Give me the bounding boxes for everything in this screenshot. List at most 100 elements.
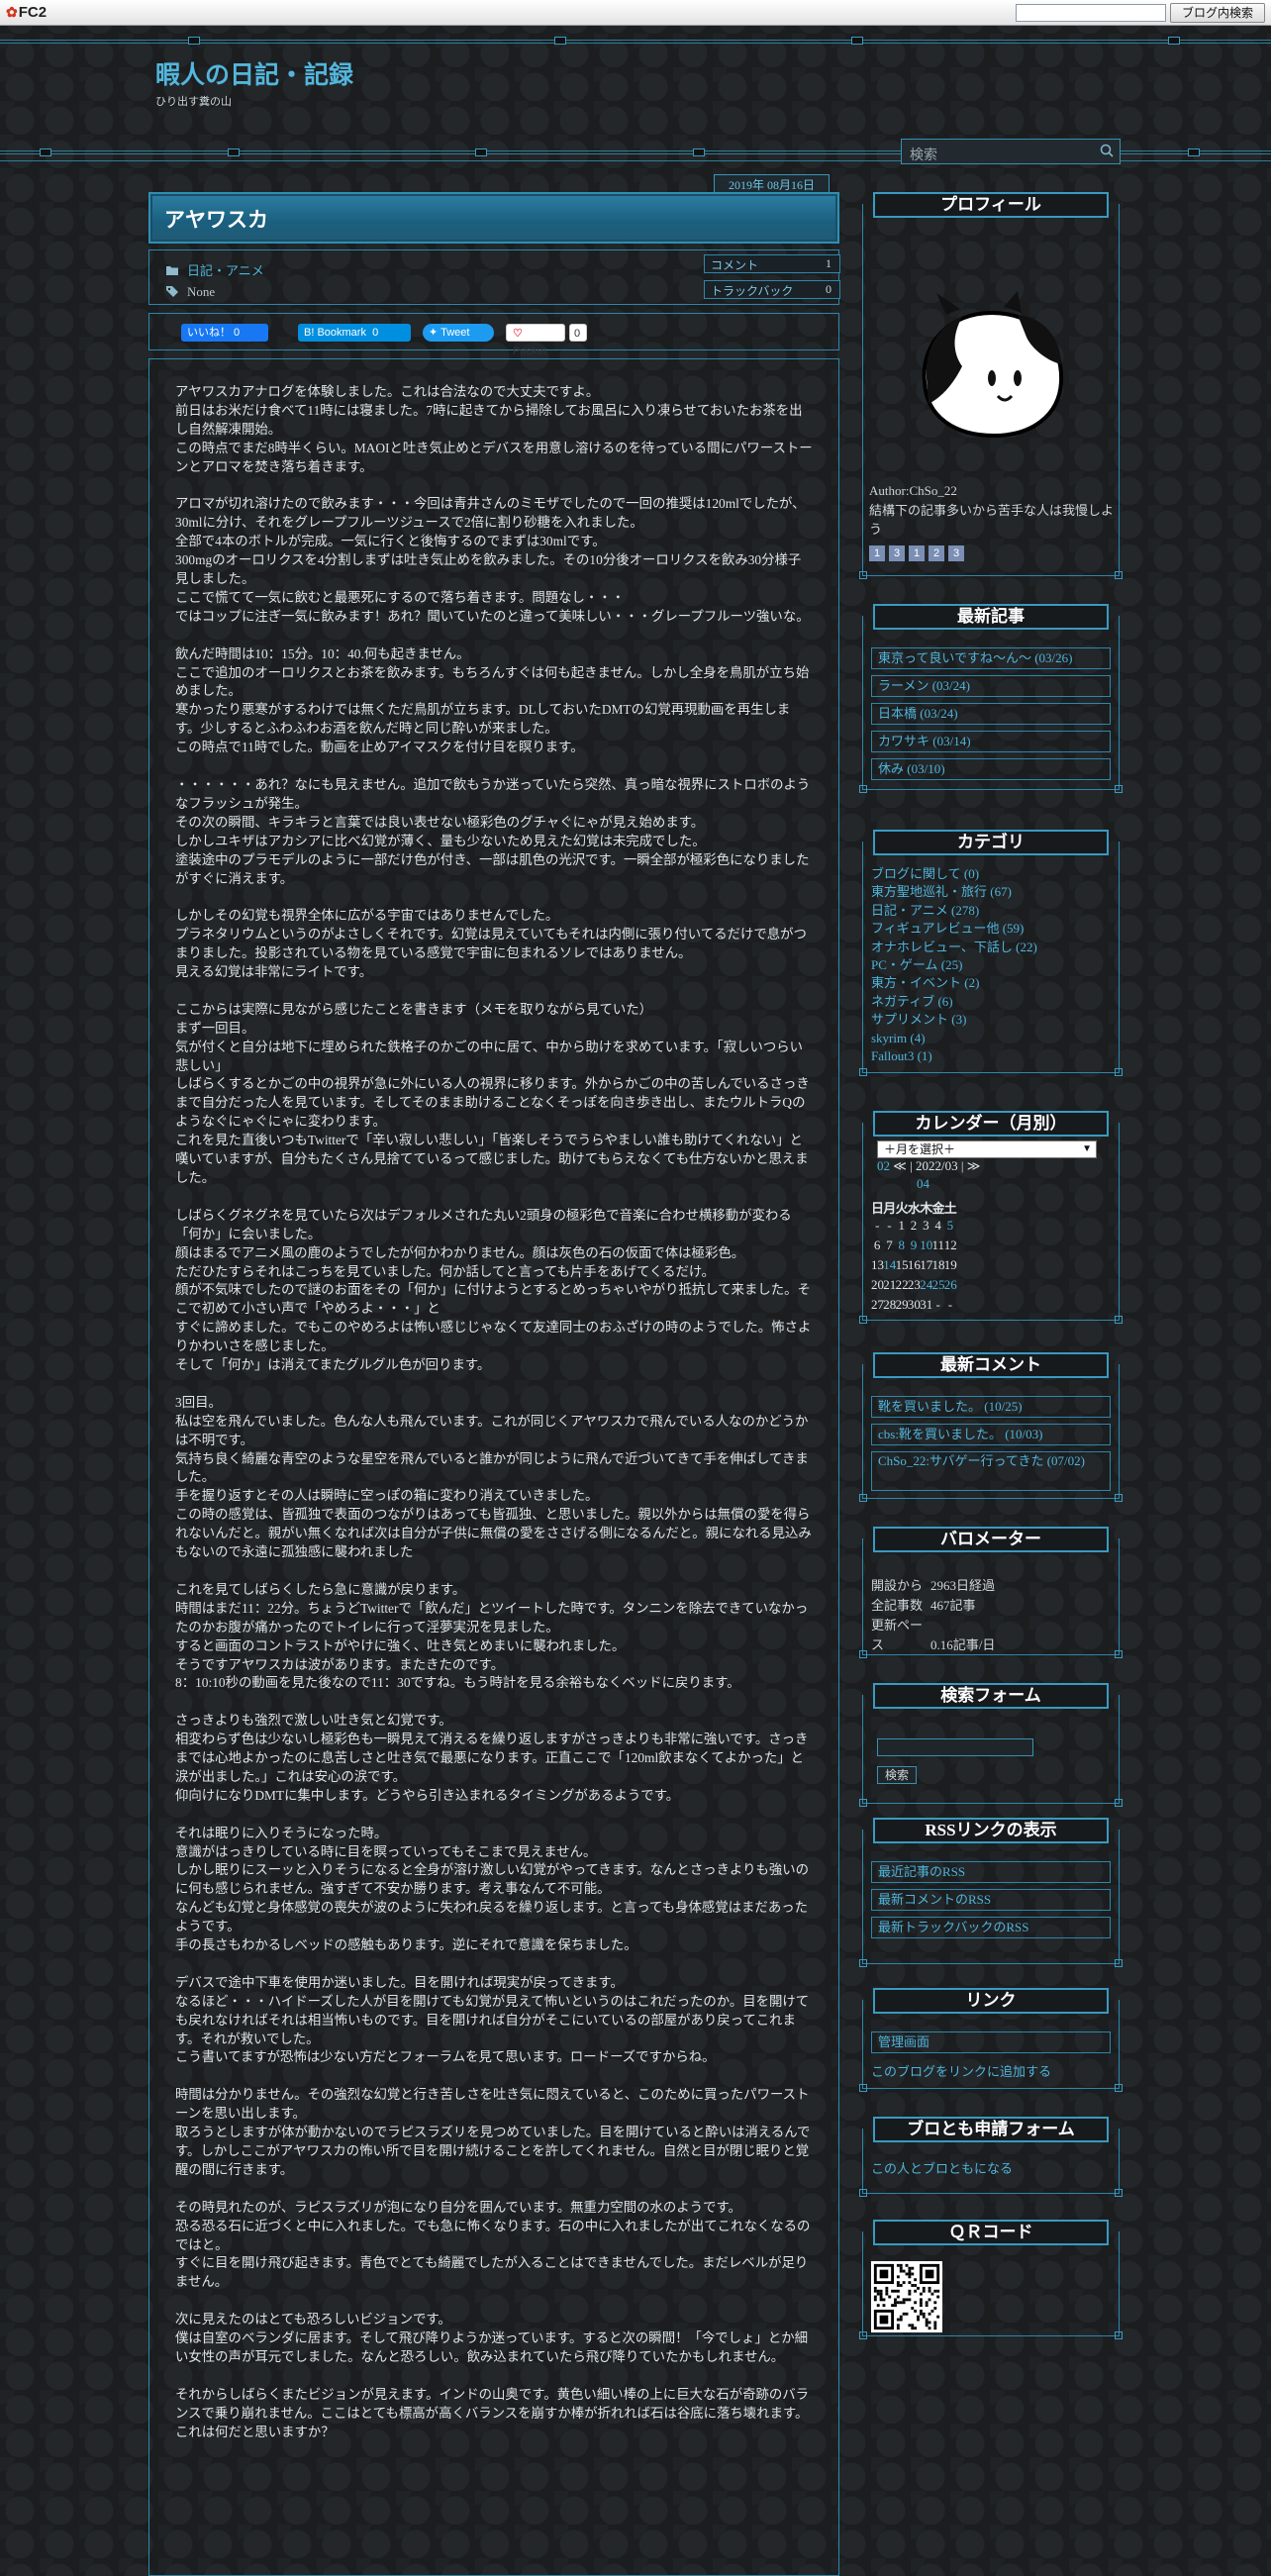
category-item[interactable]: サプリメント (3) xyxy=(871,1011,1037,1029)
categories-title: カテゴリ xyxy=(873,830,1109,855)
calendar-day[interactable]: 8 xyxy=(896,1238,908,1253)
category-item[interactable]: Fallout3 (1) xyxy=(871,1047,1037,1065)
category-item[interactable]: オナホレビュー、下話し (22) xyxy=(871,939,1037,956)
category-link[interactable]: 日記・アニメ xyxy=(187,263,264,278)
sidebar-search-button[interactable]: 検索 xyxy=(877,1766,917,1784)
post-title[interactable]: アヤワスカ xyxy=(164,204,268,234)
category-item[interactable]: PC・ゲーム (25) xyxy=(871,956,1037,974)
calendar-day[interactable]: 9 xyxy=(908,1238,920,1253)
pocket-icon: ♡ xyxy=(513,328,523,340)
search-placeholder: 検索 xyxy=(910,149,937,163)
calendar-day: 18 xyxy=(931,1257,945,1272)
calendar-day[interactable]: 25 xyxy=(931,1277,944,1293)
search-icon[interactable] xyxy=(1100,144,1114,157)
sidebar-search-input[interactable] xyxy=(877,1738,1033,1756)
calendar-widget: カレンダー（月別） ＋月を選択＋ ▼ 02 ≪ | 2022/03 | ≫ 04 … xyxy=(859,1111,1123,1324)
calendar-next-row: 04 xyxy=(917,1176,929,1192)
barometer-row: 更新ペース 0.16記事/日 xyxy=(871,1616,995,1655)
links-list: 管理画面 xyxy=(863,2031,1119,2059)
tweet-button[interactable]: ✦ Tweet xyxy=(423,324,494,342)
post-paragraph: さっきよりも強烈で激しい吐き気と幻覚です。 相変わらず色は少ないし極彩色も一瞬見… xyxy=(175,1713,809,1803)
calendar-day: 17 xyxy=(920,1257,933,1272)
categories-widget: カテゴリ ブログに関して (0) 東方聖地巡礼・旅行 (67) 日記・アニメ (… xyxy=(859,830,1123,1076)
calendar-next-icon[interactable]: ≫ xyxy=(967,1158,981,1173)
badge-4[interactable]: 2 xyxy=(929,545,944,561)
calendar-day[interactable]: 26 xyxy=(944,1277,957,1293)
post-paragraph: 時間は分かりません。その強烈な幻覚と行き苦しさを吐き気に悶えていると、このために… xyxy=(175,2087,811,2177)
category-item[interactable]: skyrim (4) xyxy=(871,1030,1037,1047)
facebook-like-label: いいね！ 0 xyxy=(187,327,241,339)
folder-icon xyxy=(166,266,178,275)
badge-2[interactable]: 3 xyxy=(889,545,905,561)
circuit-node xyxy=(693,149,705,156)
blog-search-input[interactable] xyxy=(1016,4,1166,22)
calendar-divider: | xyxy=(960,1158,964,1173)
barometer-label: 開設から xyxy=(871,1578,924,1593)
category-item[interactable]: 東方聖地巡礼・旅行 (67) xyxy=(871,883,1037,901)
trackback-count-box[interactable]: トラックバック 0 xyxy=(704,280,840,299)
category-item[interactable]: 日記・アニメ (278) xyxy=(871,902,1037,920)
recent-post-link[interactable]: 休み (03/10) xyxy=(871,758,1111,780)
category-item[interactable]: フィギュアレビュー他 (59) xyxy=(871,920,1037,938)
recent-post-link[interactable]: カワサキ (03/14) xyxy=(871,731,1111,752)
trackback-label: トラックバック xyxy=(711,284,794,298)
share-bar: いいね！ 0 B! Bookmark 0 ✦ Tweet ♡ Pocket 0 xyxy=(148,313,839,357)
recent-post-link[interactable]: 東京って良いですね～ん～ (03/26) xyxy=(871,647,1111,669)
admin-link[interactable]: 管理画面 xyxy=(871,2031,1111,2053)
recent-post-link[interactable]: 日本橋 (03/24) xyxy=(871,703,1111,725)
calendar-next-month[interactable]: 04 xyxy=(917,1176,929,1191)
header-search-input[interactable]: 検索 xyxy=(901,139,1121,164)
calendar-day: 28 xyxy=(883,1297,897,1312)
weekday: 日 xyxy=(871,1201,885,1216)
hatena-bookmark-button[interactable]: B! Bookmark 0 xyxy=(298,324,411,342)
facebook-like-button[interactable]: いいね！ 0 xyxy=(181,324,268,342)
calendar-day: 13 xyxy=(871,1257,884,1272)
calendar-week: 2728293031- - xyxy=(871,1297,956,1313)
post-paragraph: 次に見えたのはとても恐ろしいビジョンです。 僕は自室のベランダに居ます。そして飛… xyxy=(175,2312,808,2364)
category-item[interactable]: ネガティブ (6) xyxy=(871,993,1037,1011)
calendar-day: 19 xyxy=(943,1257,957,1272)
badge-5[interactable]: 3 xyxy=(948,545,964,561)
recent-comment-link[interactable]: 靴を買いました。 (10/25) xyxy=(871,1396,1111,1418)
calendar-day[interactable]: 10 xyxy=(920,1238,932,1253)
recent-comment-link[interactable]: cbs:靴を買いました。 (10/03) xyxy=(871,1424,1111,1445)
friend-request-title: ブロとも申請フォーム xyxy=(873,2117,1109,2142)
month-select-value: ＋月を選択＋ xyxy=(884,1142,956,1156)
fc2-mark-icon: ✿ xyxy=(6,4,18,20)
calendar-prev-icon[interactable]: ≪ xyxy=(893,1158,907,1173)
calendar-weekdays: 日月火水木金土 xyxy=(871,1198,957,1217)
calendar-day[interactable]: 14 xyxy=(883,1257,896,1273)
weekday: 水 xyxy=(907,1201,921,1216)
badge-3[interactable]: 1 xyxy=(909,545,925,561)
rss-link[interactable]: 最新コメントのRSS xyxy=(871,1889,1111,1911)
pocket-button[interactable]: ♡ Pocket xyxy=(506,324,565,357)
calendar-prev-month[interactable]: 02 xyxy=(877,1158,890,1173)
badge-1[interactable]: 1 xyxy=(869,545,885,561)
profile-badges: 13123 xyxy=(869,544,968,561)
trackback-count: 0 xyxy=(826,282,831,296)
weekday: 月 xyxy=(883,1201,897,1216)
site-title[interactable]: 暇人の日記・記録 xyxy=(155,55,353,91)
recent-post-link[interactable]: ラーメン (03/24) xyxy=(871,675,1111,697)
add-link-link[interactable]: このブログをリンクに追加する xyxy=(871,2061,1051,2080)
month-select[interactable]: ＋月を選択＋ ▼ xyxy=(877,1140,1097,1158)
calendar-day[interactable]: 24 xyxy=(920,1277,932,1293)
profile-author: Author:ChSo_22 xyxy=(869,483,957,498)
category-item[interactable]: 東方・イベント (2) xyxy=(871,974,1037,992)
barometer-title: バロメーター xyxy=(873,1527,1109,1552)
circuit-node xyxy=(1168,37,1180,45)
blog-search-button[interactable]: ブログ内検索 xyxy=(1170,3,1265,23)
rss-link[interactable]: 最新トラックバックのRSS xyxy=(871,1917,1111,1938)
calendar-day: 21 xyxy=(883,1277,897,1292)
category-item[interactable]: ブログに関して (0) xyxy=(871,865,1037,883)
friend-request-link[interactable]: この人とブロともになる xyxy=(871,2158,1013,2177)
post-tag-row: None xyxy=(165,284,215,300)
calendar-day[interactable]: 5 xyxy=(944,1218,956,1234)
calendar-day: 3 xyxy=(923,1218,929,1233)
barometer-value: 467記事 xyxy=(930,1598,976,1613)
recent-comment-link[interactable]: ChSo_22:サバゲー行ってきた (07/02) xyxy=(871,1451,1111,1491)
post-paragraph: それからしばらくまたビジョンが見えます。インドの山奥です。黄色い細い棒の上に巨大… xyxy=(175,2386,810,2439)
rss-link[interactable]: 最近記事のRSS xyxy=(871,1861,1111,1883)
comment-count-box[interactable]: コメント 1 xyxy=(704,254,840,273)
fc2-logo[interactable]: ✿FC2 xyxy=(6,4,47,21)
